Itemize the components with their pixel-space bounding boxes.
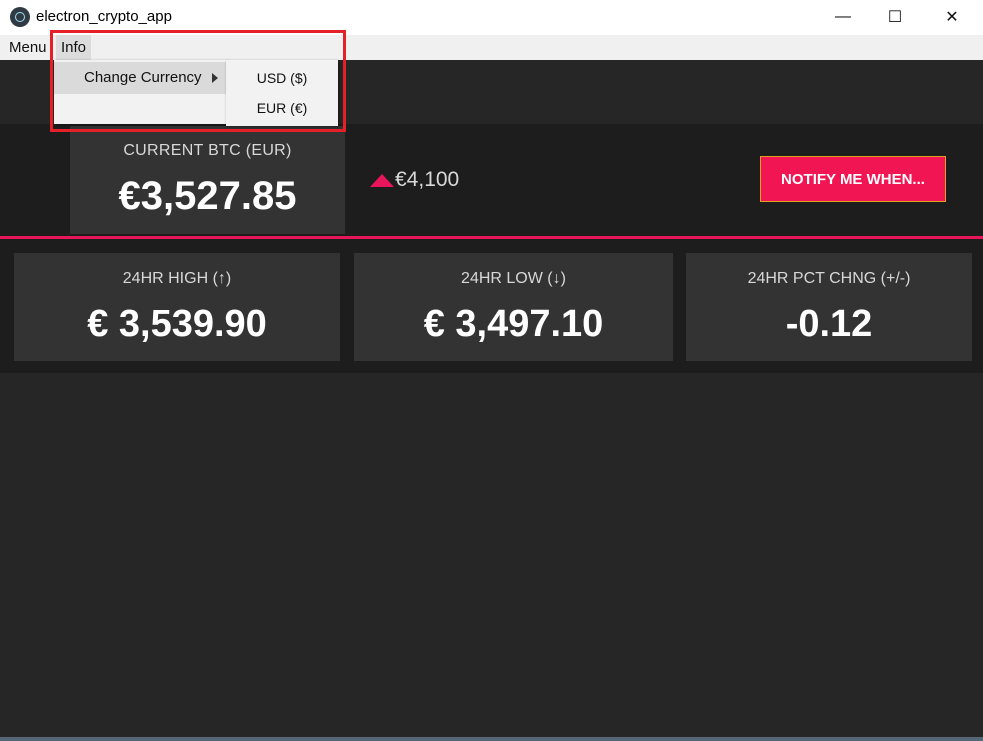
stat-label: 24HR LOW (↓) (461, 270, 566, 287)
stat-card-pct-change: 24HR PCT CHNG (+/-) -0.12 (686, 253, 972, 361)
current-price-label: CURRENT BTC (EUR) (123, 142, 292, 159)
window-title: electron_crypto_app (36, 8, 172, 25)
target-price: €4,100 (395, 168, 460, 191)
maximize-button[interactable]: ☐ (872, 0, 918, 33)
electron-logo-icon (10, 7, 30, 27)
close-button[interactable]: ✕ (929, 0, 975, 33)
stat-label: 24HR PCT CHNG (+/-) (747, 270, 911, 287)
taskbar-strip (0, 737, 983, 741)
notify-me-button[interactable]: NOTIFY ME WHEN... (760, 156, 946, 202)
up-triangle-icon (370, 174, 394, 187)
minimize-button[interactable]: — (820, 0, 866, 33)
stat-card-high: 24HR HIGH (↑) € 3,539.90 (14, 253, 340, 361)
stat-label: 24HR HIGH (↑) (122, 270, 232, 287)
stat-value: € 3,539.90 (87, 303, 267, 345)
stat-card-low: 24HR LOW (↓) € 3,497.10 (354, 253, 673, 361)
current-price-card: CURRENT BTC (EUR) €3,527.85 (70, 126, 345, 234)
stat-value: € 3,497.10 (423, 303, 604, 345)
annotation-highlight-box (50, 30, 346, 132)
menu-menu[interactable]: Menu (4, 35, 52, 60)
current-price-value: €3,527.85 (118, 174, 297, 218)
stat-value: -0.12 (785, 303, 873, 345)
